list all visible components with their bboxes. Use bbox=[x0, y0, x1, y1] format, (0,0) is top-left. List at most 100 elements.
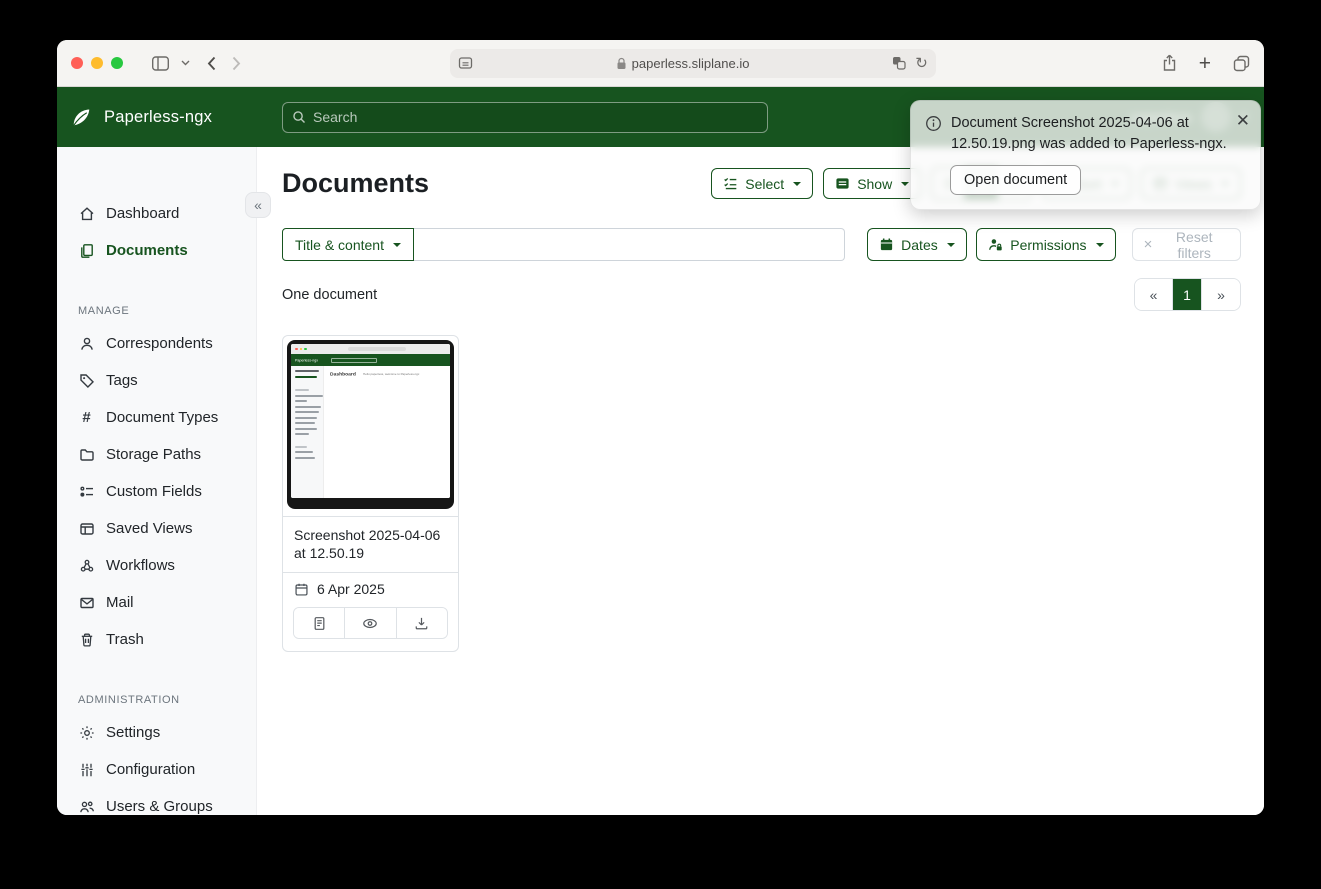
sidebar-item-label: Correspondents bbox=[106, 335, 213, 352]
sidebar-item-correspondents[interactable]: Correspondents bbox=[57, 325, 256, 362]
sidebar-item-storage-paths[interactable]: Storage Paths bbox=[57, 436, 256, 473]
caret-down-icon bbox=[1096, 243, 1104, 247]
select-icon bbox=[723, 176, 738, 191]
sidebar-item-saved-views[interactable]: Saved Views bbox=[57, 510, 256, 547]
sidebar-item-label: Users & Groups bbox=[106, 798, 213, 815]
share-icon[interactable] bbox=[1162, 54, 1177, 72]
sidebar-collapse-button[interactable]: « bbox=[245, 192, 271, 218]
sidebar-section-administration: ADMINISTRATION bbox=[78, 694, 256, 706]
preview-document-button[interactable] bbox=[345, 608, 396, 638]
app-brand[interactable]: Paperless-ngx bbox=[57, 107, 257, 128]
workflows-icon bbox=[78, 558, 95, 574]
document-thumbnail[interactable]: Paperless-ngx Dashboard Hello paperless,… bbox=[283, 336, 458, 516]
permissions-label: Permissions bbox=[1010, 237, 1086, 253]
address-bar[interactable]: paperless.sliplane.io ↻ bbox=[450, 49, 936, 78]
sidebar-item-settings[interactable]: Settings bbox=[57, 714, 256, 751]
open-document-button[interactable]: Open document bbox=[950, 165, 1081, 195]
caret-down-icon bbox=[901, 182, 909, 186]
edit-document-button[interactable] bbox=[294, 608, 345, 638]
sidebar-item-label: Configuration bbox=[106, 761, 195, 778]
traffic-lights bbox=[71, 57, 123, 69]
trash-icon bbox=[78, 632, 95, 648]
prev-page-button[interactable]: « bbox=[1135, 279, 1173, 310]
sidebar-item-label: Mail bbox=[106, 594, 134, 611]
saved-views-icon bbox=[78, 521, 95, 537]
chevron-down-icon[interactable] bbox=[181, 60, 190, 66]
thumbnail-greeting: Hello paperless, welcome to Paperless-ng… bbox=[363, 373, 419, 376]
thumbnail-heading: Dashboard bbox=[330, 371, 356, 377]
app-name: Paperless-ngx bbox=[104, 108, 212, 127]
document-date-row: 6 Apr 2025 bbox=[283, 572, 458, 605]
sidebar-item-custom-fields[interactable]: Custom Fields bbox=[57, 473, 256, 510]
hash-icon: # bbox=[78, 410, 95, 425]
thumbnail-window-frame: Paperless-ngx Dashboard Hello paperless,… bbox=[287, 340, 454, 509]
next-page-button[interactable]: » bbox=[1202, 279, 1240, 310]
sidebar-item-documents[interactable]: Documents bbox=[57, 232, 256, 269]
paperless-logo-icon bbox=[71, 107, 92, 128]
sidebar-item-mail[interactable]: Mail bbox=[57, 584, 256, 621]
global-search-input[interactable] bbox=[313, 109, 758, 125]
download-icon bbox=[414, 616, 429, 631]
zoom-window-button[interactable] bbox=[111, 57, 123, 69]
tag-icon bbox=[78, 373, 95, 389]
reload-icon[interactable]: ↻ bbox=[915, 54, 928, 72]
gear-icon bbox=[78, 725, 95, 741]
caret-down-icon bbox=[393, 243, 401, 247]
select-label: Select bbox=[745, 176, 784, 192]
translate-icon[interactable] bbox=[892, 56, 906, 70]
close-icon[interactable]: ✕ bbox=[1236, 112, 1250, 129]
tabs-overview-icon[interactable] bbox=[1233, 55, 1250, 72]
filter-text-input[interactable] bbox=[414, 228, 845, 261]
close-window-button[interactable] bbox=[71, 57, 83, 69]
sidebar-item-configuration[interactable]: Configuration bbox=[57, 751, 256, 788]
new-tab-icon[interactable]: + bbox=[1199, 53, 1211, 74]
page-title: Documents bbox=[282, 168, 429, 199]
show-icon bbox=[835, 176, 850, 191]
calendar-icon bbox=[294, 582, 309, 597]
lock-icon bbox=[616, 57, 627, 70]
reset-filters-label: Reset filters bbox=[1159, 229, 1229, 261]
pagination: « 1 » bbox=[1134, 278, 1241, 311]
person-icon bbox=[78, 336, 95, 352]
permissions-button[interactable]: Permissions bbox=[976, 228, 1115, 261]
document-title[interactable]: Screenshot 2025-04-06 at 12.50.19 bbox=[283, 516, 458, 572]
sidebar-item-label: Custom Fields bbox=[106, 483, 202, 500]
sidebar-item-label: Settings bbox=[106, 724, 160, 741]
thumbnail-app-name: Paperless-ngx bbox=[295, 358, 310, 362]
dates-label: Dates bbox=[901, 237, 938, 253]
sidebar-item-users-groups[interactable]: Users & Groups bbox=[57, 788, 256, 815]
sidebar-toggle-icon[interactable] bbox=[145, 48, 175, 78]
dates-button[interactable]: Dates bbox=[867, 228, 967, 261]
sidebar-section-manage: MANAGE bbox=[78, 305, 256, 317]
document-count: One document bbox=[282, 287, 377, 303]
document-text-icon bbox=[312, 616, 327, 631]
back-icon[interactable] bbox=[206, 55, 217, 72]
reset-filters-button[interactable]: × Reset filters bbox=[1132, 228, 1241, 261]
caret-down-icon bbox=[947, 243, 955, 247]
select-button[interactable]: Select bbox=[711, 168, 813, 199]
sidebar-item-label: Workflows bbox=[106, 557, 175, 574]
users-icon bbox=[78, 799, 95, 815]
filter-input-group: Title & content bbox=[282, 228, 845, 261]
forward-icon[interactable] bbox=[231, 55, 242, 72]
documents-icon bbox=[78, 243, 95, 259]
sidebar-item-dashboard[interactable]: Dashboard bbox=[57, 195, 256, 232]
page-settings-icon[interactable] bbox=[458, 56, 473, 70]
sidebar-item-document-types[interactable]: # Document Types bbox=[57, 399, 256, 436]
sidebar-item-workflows[interactable]: Workflows bbox=[57, 547, 256, 584]
browser-window: paperless.sliplane.io ↻ + Paperless-ngx bbox=[57, 40, 1264, 815]
sidebar-item-tags[interactable]: Tags bbox=[57, 362, 256, 399]
url-text: paperless.sliplane.io bbox=[632, 56, 750, 71]
sidebar-item-label: Tags bbox=[106, 372, 138, 389]
minimize-window-button[interactable] bbox=[91, 57, 103, 69]
sidebar-item-trash[interactable]: Trash bbox=[57, 621, 256, 658]
sidebar-item-label: Documents bbox=[106, 242, 188, 259]
show-label: Show bbox=[857, 176, 892, 192]
thumbnail-sidebar bbox=[291, 366, 324, 498]
toast-message: Document Screenshot 2025-04-06 at 12.50.… bbox=[951, 113, 1233, 156]
filter-field-button[interactable]: Title & content bbox=[282, 228, 414, 261]
show-button[interactable]: Show bbox=[823, 168, 921, 199]
current-page-button[interactable]: 1 bbox=[1173, 279, 1202, 310]
download-document-button[interactable] bbox=[397, 608, 447, 638]
card-action-group bbox=[293, 607, 448, 639]
